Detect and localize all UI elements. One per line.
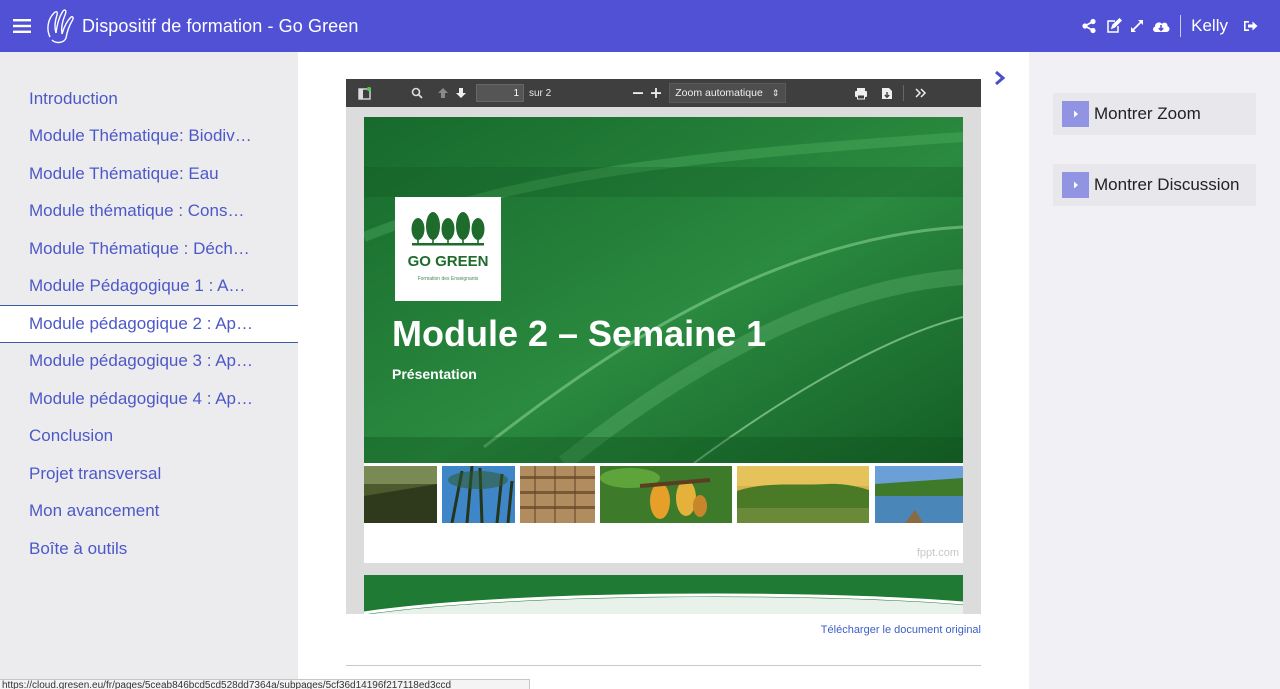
select-arrows-icon: ⇕ bbox=[771, 87, 780, 98]
play-arrow-icon bbox=[1062, 101, 1089, 127]
sidebar-item-module-pedagogique-3[interactable]: Module pédagogique 3 : Ap… bbox=[0, 343, 298, 381]
zoom-out-icon[interactable] bbox=[629, 84, 647, 102]
header-separator bbox=[1180, 15, 1182, 37]
sidebar: Introduction Module Thématique: Biodiv… … bbox=[0, 52, 298, 689]
sidebar-item-boite-a-outils[interactable]: Boîte à outils bbox=[0, 530, 298, 568]
forest-aerial-photo bbox=[364, 466, 437, 523]
main-content: sur 2 Zoom automatique ⇕ bbox=[298, 52, 1029, 689]
tall-trees-photo bbox=[442, 466, 515, 523]
sidebar-item-module-pedagogique-1[interactable]: Module Pédagogique 1 : A… bbox=[0, 268, 298, 306]
trees-logo-icon bbox=[411, 212, 485, 246]
jungle-river-photo bbox=[737, 466, 869, 523]
zoom-in-icon[interactable] bbox=[647, 84, 665, 102]
slide-watermark: fppt.com bbox=[916, 547, 959, 559]
chevron-right-icon[interactable] bbox=[993, 68, 1009, 88]
sidebar-item-projet-transversal[interactable]: Projet transversal bbox=[0, 455, 298, 493]
expand-icon[interactable] bbox=[1126, 15, 1148, 37]
page-total-label: sur 2 bbox=[529, 87, 552, 99]
zoom-select-value: Zoom automatique bbox=[675, 87, 763, 99]
sidebar-item-introduction[interactable]: Introduction bbox=[0, 80, 298, 118]
slide-background: GO GREEN Formation des Enseignants Modul… bbox=[364, 117, 963, 463]
show-discussion-button[interactable]: Montrer Discussion bbox=[1053, 164, 1256, 206]
sidebar-item-module-pedagogique-4[interactable]: Module pédagogique 4 : Ap… bbox=[0, 380, 298, 418]
sidebar-toggle-icon[interactable] bbox=[356, 84, 374, 102]
share-icon[interactable] bbox=[1078, 15, 1100, 37]
sidebar-item-conclusion[interactable]: Conclusion bbox=[0, 418, 298, 456]
previous-page-icon[interactable] bbox=[434, 84, 452, 102]
edit-icon[interactable] bbox=[1102, 15, 1124, 37]
pdf-page-2 bbox=[364, 575, 963, 614]
pdf-toolbar: sur 2 Zoom automatique ⇕ bbox=[346, 79, 981, 107]
download-icon[interactable] bbox=[878, 84, 896, 102]
sidebar-nav-list: Introduction Module Thématique: Biodiv… … bbox=[0, 52, 298, 568]
sidebar-item-module-consommation[interactable]: Module thématique : Cons… bbox=[0, 193, 298, 231]
show-zoom-label: Montrer Zoom bbox=[1094, 104, 1201, 123]
divider bbox=[346, 665, 981, 666]
cloud-download-icon[interactable] bbox=[1150, 15, 1172, 37]
pdf-viewer: sur 2 Zoom automatique ⇕ bbox=[346, 79, 981, 614]
page-number-input[interactable] bbox=[476, 84, 524, 102]
slide-title: Module 2 – Semaine 1 bbox=[392, 313, 767, 354]
double-chevron-right-icon[interactable] bbox=[912, 84, 930, 102]
next-page-icon[interactable] bbox=[452, 84, 470, 102]
app-logo-icon bbox=[44, 7, 76, 45]
river-canoe-photo bbox=[875, 466, 963, 523]
zoom-select[interactable]: Zoom automatique ⇕ bbox=[669, 83, 787, 103]
top-bar: Dispositif de formation - Go Green Kelly bbox=[0, 0, 1280, 52]
sidebar-item-module-pedagogique-2[interactable]: Module pédagogique 2 : Ap… bbox=[0, 305, 298, 343]
menu-icon[interactable] bbox=[0, 19, 44, 33]
app-title: Dispositif de formation - Go Green bbox=[82, 15, 359, 36]
sidebar-item-module-dechets[interactable]: Module Thématique : Déch… bbox=[0, 230, 298, 268]
sidebar-item-module-biodiversite[interactable]: Module Thématique: Biodiv… bbox=[0, 118, 298, 156]
sidebar-item-module-eau[interactable]: Module Thématique: Eau bbox=[0, 155, 298, 193]
slide-subtitle: Présentation bbox=[392, 366, 477, 382]
go-green-logo: GO GREEN Formation des Enseignants bbox=[395, 197, 501, 301]
slide-photo-strip bbox=[364, 466, 963, 523]
download-original-link[interactable]: Télécharger le document original bbox=[821, 624, 981, 636]
lumber-stack-photo bbox=[520, 466, 595, 523]
show-discussion-label: Montrer Discussion bbox=[1094, 175, 1240, 194]
cocoa-pods-photo bbox=[600, 466, 732, 523]
search-icon[interactable] bbox=[408, 84, 426, 102]
right-panel: Montrer Zoom Montrer Discussion bbox=[1029, 52, 1280, 689]
brand-subtitle: Formation des Enseignants bbox=[417, 276, 479, 282]
print-icon[interactable] bbox=[852, 84, 870, 102]
logout-icon[interactable] bbox=[1240, 15, 1262, 37]
user-name[interactable]: Kelly bbox=[1191, 16, 1228, 36]
pdf-page-1: GO GREEN Formation des Enseignants Modul… bbox=[364, 117, 963, 563]
brand-name: GO GREEN bbox=[407, 253, 489, 270]
show-zoom-button[interactable]: Montrer Zoom bbox=[1053, 93, 1256, 135]
play-arrow-icon bbox=[1062, 172, 1089, 198]
sidebar-item-mon-avancement[interactable]: Mon avancement bbox=[0, 493, 298, 531]
link-status-bar: https://cloud.gresen.eu/fr/pages/5ceab84… bbox=[0, 679, 530, 689]
